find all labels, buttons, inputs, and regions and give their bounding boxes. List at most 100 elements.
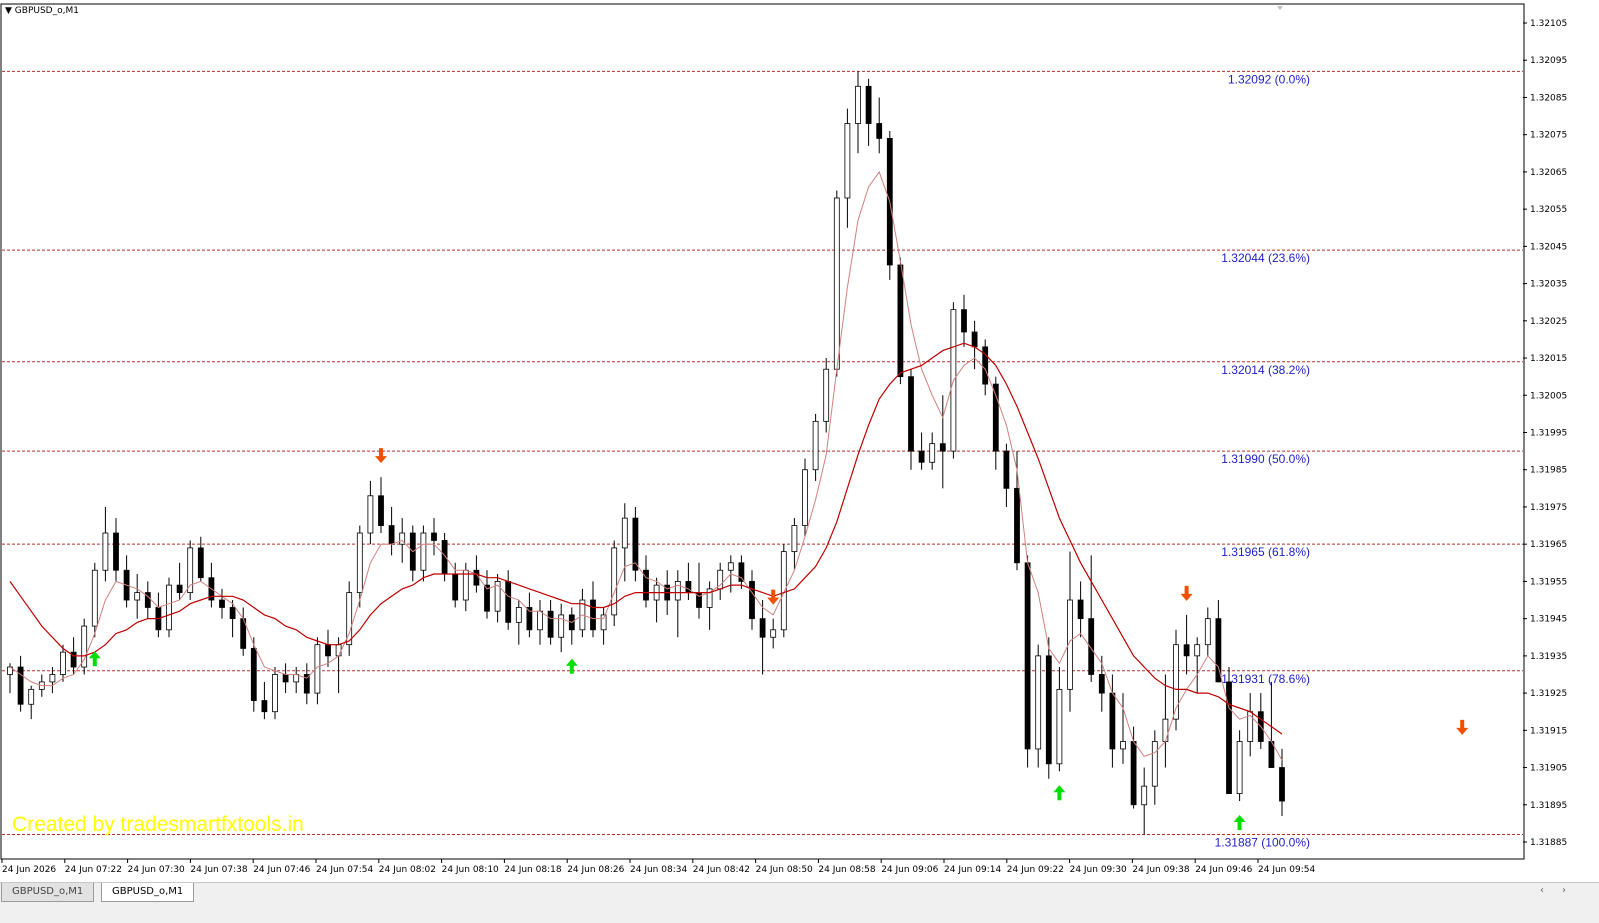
- candle-body: [537, 610, 543, 631]
- candle-body: [1056, 688, 1063, 765]
- candle-body: [134, 592, 141, 601]
- chart-window[interactable]: 1.32092 (0.0%) 1.32044 (23.6%) 1.32014 (38…: [0, 0, 1599, 923]
- x-tick-label: 24 Jun 09:38: [1132, 865, 1189, 875]
- candle-body: [727, 562, 734, 571]
- candle-body: [833, 197, 840, 370]
- fib-level-label: 1.31931 (78.6%): [1221, 672, 1310, 686]
- x-tick-label: 24 Jun 08:02: [379, 865, 436, 875]
- candle-body: [929, 443, 936, 463]
- candle-body: [939, 443, 946, 452]
- candle-body: [780, 551, 787, 631]
- candle-body: [1141, 785, 1148, 806]
- candle-body: [1204, 618, 1211, 646]
- candle-body: [961, 309, 967, 333]
- candle-body: [1183, 644, 1190, 657]
- candle-body: [431, 532, 437, 541]
- y-tick-label: 1.31905: [1530, 764, 1567, 774]
- candle-body: [102, 532, 109, 571]
- candle-body: [219, 599, 225, 608]
- candle-body: [749, 581, 755, 620]
- candle-body: [971, 331, 978, 348]
- candle-body: [600, 614, 607, 631]
- y-tick-label: 1.31935: [1530, 652, 1567, 662]
- candle-body: [1236, 741, 1243, 795]
- chart-tabs-bar: GBPUSD_o,M1 GBPUSD_o,M1 ‹ ›: [0, 882, 1599, 923]
- candle-body: [1109, 692, 1116, 750]
- plot-frame: [0, 3, 1525, 860]
- candle-body: [547, 610, 554, 638]
- candle-body: [590, 599, 596, 631]
- candle-body: [229, 607, 236, 620]
- candle-body: [1130, 741, 1137, 806]
- candle-body: [1162, 718, 1169, 742]
- x-tick-label: 24 Jun 07:22: [65, 865, 122, 875]
- x-tick-label: 24 Jun 09:22: [1007, 865, 1064, 875]
- candle-body: [621, 517, 628, 549]
- x-tick-label: 24 Jun 08:26: [567, 865, 624, 875]
- y-tick-label: 1.32015: [1530, 354, 1567, 364]
- x-tick-label: 24 Jun 09:46: [1195, 865, 1252, 875]
- x-tick-label: 24 Jun 08:10: [442, 865, 499, 875]
- x-tick-label: 24 Jun 07:38: [190, 865, 247, 875]
- x-tick-label: 24 Jun 09:06: [881, 865, 938, 875]
- y-tick-label: 1.32105: [1530, 19, 1567, 29]
- watermark-text: Created by tradesmartfxtools.in: [12, 813, 304, 836]
- candle-body: [91, 569, 98, 627]
- candle-body: [685, 581, 692, 593]
- candle-body: [250, 648, 257, 701]
- y-tick-label: 1.31925: [1530, 689, 1567, 699]
- candle-body: [197, 547, 204, 579]
- candle-body: [60, 651, 66, 675]
- candle-body: [166, 584, 172, 631]
- candle-body: [1120, 741, 1126, 750]
- candle-body: [1045, 655, 1052, 765]
- y-tick-label: 1.32065: [1530, 168, 1567, 178]
- x-tick-label: 24 Jun 08:18: [504, 865, 561, 875]
- candle-body: [770, 629, 777, 638]
- x-tick-label: 24 Jun 08:42: [693, 865, 750, 875]
- y-tick-label: 1.31955: [1530, 577, 1567, 587]
- scroll-right-icon[interactable]: ›: [1562, 885, 1566, 896]
- candle-body: [473, 569, 480, 586]
- x-tick-label: 24 Jun 09:30: [1070, 865, 1127, 875]
- candle-body: [49, 674, 56, 683]
- x-tick-label: 24 Jun 09:14: [944, 865, 1001, 875]
- y-tick-label: 1.31965: [1530, 540, 1567, 550]
- candle-body: [282, 674, 289, 683]
- y-tick-label: 1.32035: [1530, 280, 1567, 290]
- candle-body: [802, 469, 808, 526]
- candle-body: [908, 376, 914, 452]
- y-tick-label: 1.32045: [1530, 242, 1567, 252]
- price-axis: 1.32105 1.32095 1.32085 1.32075 1.32065 1.320…: [1523, 19, 1567, 848]
- candle-body: [452, 573, 459, 601]
- candle-body: [1035, 655, 1042, 750]
- price-chart[interactable]: 1.32092 (0.0%) 1.32044 (23.6%) 1.32014 (38…: [0, 0, 1599, 882]
- candle-body: [1098, 674, 1105, 694]
- y-tick-label: 1.31985: [1530, 466, 1567, 476]
- x-tick-label: 24 Jun 07:30: [128, 865, 185, 875]
- scroll-left-icon[interactable]: ‹: [1540, 885, 1544, 896]
- y-tick-label: 1.32005: [1530, 391, 1567, 401]
- candle-body: [28, 688, 35, 705]
- fib-level-label: 1.32092 (0.0%): [1228, 72, 1310, 86]
- y-tick-label: 1.32025: [1530, 317, 1567, 327]
- tab-chart-2[interactable]: GBPUSD_o,M1: [101, 883, 195, 902]
- fib-level-label: 1.32014 (38.2%): [1221, 363, 1310, 377]
- y-tick-label: 1.32085: [1530, 93, 1567, 103]
- candle-body: [462, 569, 469, 601]
- fib-level-label: 1.32044 (23.6%): [1221, 251, 1310, 265]
- candle-body: [388, 525, 395, 545]
- candle-body: [1279, 767, 1285, 802]
- candle-body: [738, 562, 745, 582]
- candle-body: [505, 581, 512, 623]
- y-tick-label: 1.31895: [1530, 801, 1567, 811]
- time-axis: 24 Jun 2026 24 Jun 07:22 24 Jun 07:30 24 Ju…: [1, 859, 1315, 875]
- tab-chart-1[interactable]: GBPUSD_o,M1: [1, 883, 95, 902]
- candle-body: [81, 625, 88, 668]
- dropdown-triangle-icon[interactable]: ▼: [5, 6, 12, 16]
- candle-body: [272, 674, 278, 713]
- candle-body: [897, 264, 904, 378]
- fib-level-label: 1.31965 (61.8%): [1221, 545, 1310, 559]
- candle-body: [515, 607, 522, 623]
- candle-body: [325, 644, 331, 657]
